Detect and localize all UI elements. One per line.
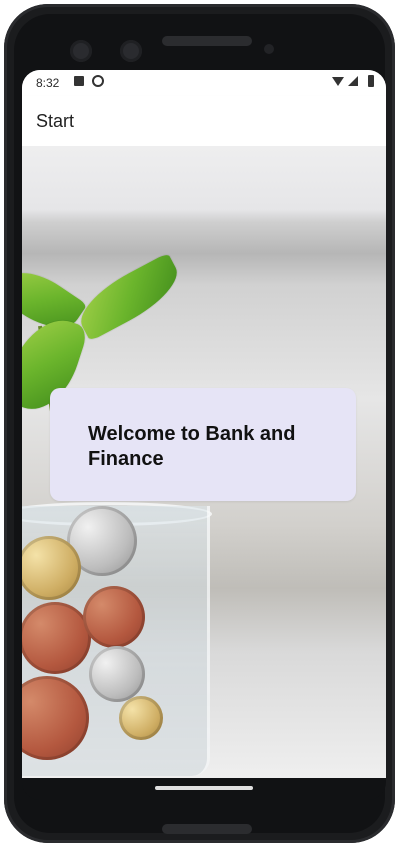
plant-leaf [70,252,188,342]
sync-icon [92,75,104,87]
coin [22,602,91,674]
coin [83,586,145,648]
glass-jar [22,506,210,776]
top-speaker [162,36,252,46]
home-indicator[interactable] [155,786,253,790]
signal-icon [348,76,358,86]
status-time: 8:32 [36,76,60,90]
sim-icon [74,76,84,86]
battery-icon [368,75,374,87]
front-camera-icon [70,40,92,62]
coin [89,646,145,702]
welcome-card: Welcome to Bank and Finance [50,388,356,501]
background-image: Welcome to Bank and Finance [22,146,386,778]
coin [22,536,81,600]
bottom-speaker [162,824,252,834]
proximity-sensor [264,44,274,54]
status-bar: 8:32 [22,70,386,96]
device-screen: 8:32 Start Welcome to Bank and Finance [22,70,386,778]
coin [119,696,163,740]
app-bar: Start [22,96,386,146]
page-title: Start [36,111,75,131]
wifi-icon [332,77,344,86]
welcome-text: Welcome to Bank and Finance [88,423,296,470]
navigation-bar [22,778,386,800]
coin [22,676,89,760]
front-camera-icon [120,40,142,62]
